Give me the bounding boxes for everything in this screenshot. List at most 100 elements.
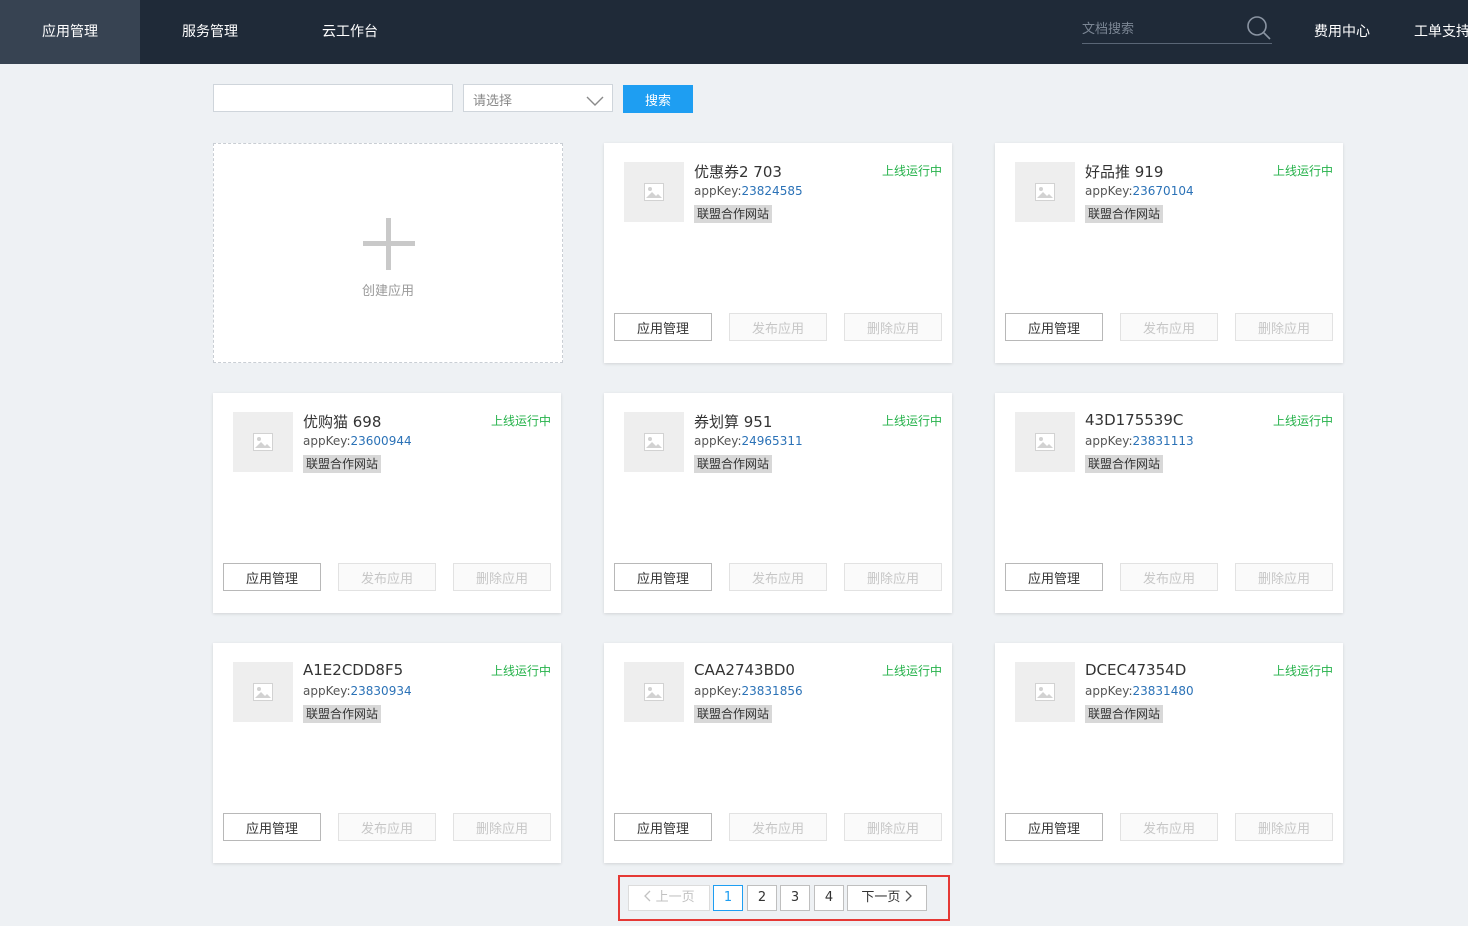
status-badge: 上线运行中 [490,414,551,428]
app-key-label: appKey: [1085,434,1133,448]
publish-app-button[interactable]: 发布应用 [338,563,436,591]
app-card: 43D175539C 上线运行中 appKey:23831113 联盟合作网站 … [995,393,1343,613]
image-placeholder-icon [644,433,664,455]
app-type-tag: 联盟合作网站 [694,455,773,473]
image-placeholder-icon [253,683,273,705]
manage-app-button[interactable]: 应用管理 [1005,563,1103,591]
app-card: 券划算 951 上线运行中 appKey:24965311 联盟合作网站 应用管… [604,393,952,613]
manage-app-button[interactable]: 应用管理 [223,813,321,841]
app-card: 好品推 919 上线运行中 appKey:23670104 联盟合作网站 应用管… [995,143,1343,363]
search-button[interactable]: 搜索 [623,85,693,113]
app-key-label: appKey: [303,684,351,698]
app-name: CAA2743BD0 [694,661,795,679]
app-name: 43D175539C [1085,411,1184,429]
app-type-tag: 联盟合作网站 [1085,205,1164,223]
status-badge: 上线运行中 [1272,164,1333,178]
app-key: appKey:24965311 [694,434,803,448]
app-name: 好品推 919 [1085,163,1164,181]
app-card: CAA2743BD0 上线运行中 appKey:23831856 联盟合作网站 … [604,643,952,863]
manage-app-button[interactable]: 应用管理 [223,563,321,591]
status-badge: 上线运行中 [490,664,551,678]
delete-app-button[interactable]: 删除应用 [844,563,942,591]
app-thumbnail [233,412,293,472]
chevron-right-icon [905,890,913,905]
app-key-value: 23670104 [1132,184,1194,198]
app-type-tag: 联盟合作网站 [303,455,382,473]
delete-app-button[interactable]: 删除应用 [1235,313,1333,341]
page-button-3[interactable]: 3 [780,885,810,911]
nav-app-management[interactable]: 应用管理 [0,0,140,64]
publish-app-button[interactable]: 发布应用 [1120,563,1218,591]
next-page-button[interactable]: 下一页 [847,885,927,911]
keyword-input[interactable] [213,84,453,112]
image-placeholder-icon [1035,683,1055,705]
manage-app-button[interactable]: 应用管理 [614,313,712,341]
publish-app-button[interactable]: 发布应用 [1120,313,1218,341]
app-type-tag: 联盟合作网站 [694,705,773,723]
manage-app-button[interactable]: 应用管理 [1005,813,1103,841]
status-badge: 上线运行中 [881,164,942,178]
publish-app-button[interactable]: 发布应用 [1120,813,1218,841]
publish-app-button[interactable]: 发布应用 [729,313,827,341]
page-button-4[interactable]: 4 [814,885,844,911]
prev-page-button[interactable]: 上一页 [628,885,710,911]
app-key-value: 23830934 [350,684,412,698]
top-navbar: 应用管理 服务管理 云工作台 费用中心 工单支持 [0,0,1468,64]
category-select[interactable]: 请选择 [463,84,613,112]
prev-page-label: 上一页 [655,890,695,905]
doc-search-input[interactable] [1082,18,1242,40]
app-key: appKey:23830934 [303,684,412,698]
status-badge: 上线运行中 [881,664,942,678]
app-card: A1E2CDD8F5 上线运行中 appKey:23830934 联盟合作网站 … [213,643,561,863]
app-thumbnail [624,412,684,472]
billing-center-link[interactable]: 费用中心 [1314,0,1370,64]
app-key-value: 23831480 [1132,684,1194,698]
app-name: DCEC47354D [1085,661,1187,679]
page-button-2[interactable]: 2 [747,885,777,911]
plus-icon [363,218,415,274]
create-app-label: 创建应用 [361,284,414,299]
image-placeholder-icon [1035,183,1055,205]
app-type-tag: 联盟合作网站 [694,205,773,223]
delete-app-button[interactable]: 删除应用 [844,313,942,341]
app-card: 优惠券2 703 上线运行中 appKey:23824585 联盟合作网站 应用… [604,143,952,363]
app-key-value: 23824585 [741,184,803,198]
image-placeholder-icon [644,683,664,705]
app-key-label: appKey: [694,184,742,198]
ticket-support-link[interactable]: 工单支持 [1414,0,1468,64]
app-key-label: appKey: [694,684,742,698]
page-button-1[interactable]: 1 [713,885,743,911]
image-placeholder-icon [1035,433,1055,455]
app-type-tag: 联盟合作网站 [303,705,382,723]
status-badge: 上线运行中 [1272,664,1333,678]
delete-app-button[interactable]: 删除应用 [453,813,551,841]
delete-app-button[interactable]: 删除应用 [1235,563,1333,591]
app-key-label: appKey: [694,434,742,448]
app-name: 优购猫 698 [303,413,382,431]
manage-app-button[interactable]: 应用管理 [1005,313,1103,341]
publish-app-button[interactable]: 发布应用 [338,813,436,841]
app-name: A1E2CDD8F5 [303,661,404,679]
manage-app-button[interactable]: 应用管理 [614,813,712,841]
app-key: appKey:23824585 [694,184,803,198]
manage-app-button[interactable]: 应用管理 [614,563,712,591]
app-card: DCEC47354D 上线运行中 appKey:23831480 联盟合作网站 … [995,643,1343,863]
pagination: 上一页 1 2 3 4 下一页 [618,875,950,921]
app-key-value: 23831113 [1132,434,1194,448]
image-placeholder-icon [253,433,273,455]
app-thumbnail [1015,662,1075,722]
app-key: appKey:23831856 [694,684,803,698]
nav-cloud-workbench[interactable]: 云工作台 [280,0,420,64]
create-app-card[interactable]: 创建应用 [213,143,563,363]
app-name: 优惠券2 703 [694,163,782,181]
search-icon[interactable] [1246,15,1272,45]
publish-app-button[interactable]: 发布应用 [729,563,827,591]
status-badge: 上线运行中 [1272,414,1333,428]
nav-service-management[interactable]: 服务管理 [140,0,280,64]
publish-app-button[interactable]: 发布应用 [729,813,827,841]
app-key: appKey:23670104 [1085,184,1194,198]
delete-app-button[interactable]: 删除应用 [1235,813,1333,841]
app-type-tag: 联盟合作网站 [1085,705,1164,723]
delete-app-button[interactable]: 删除应用 [453,563,551,591]
delete-app-button[interactable]: 删除应用 [844,813,942,841]
